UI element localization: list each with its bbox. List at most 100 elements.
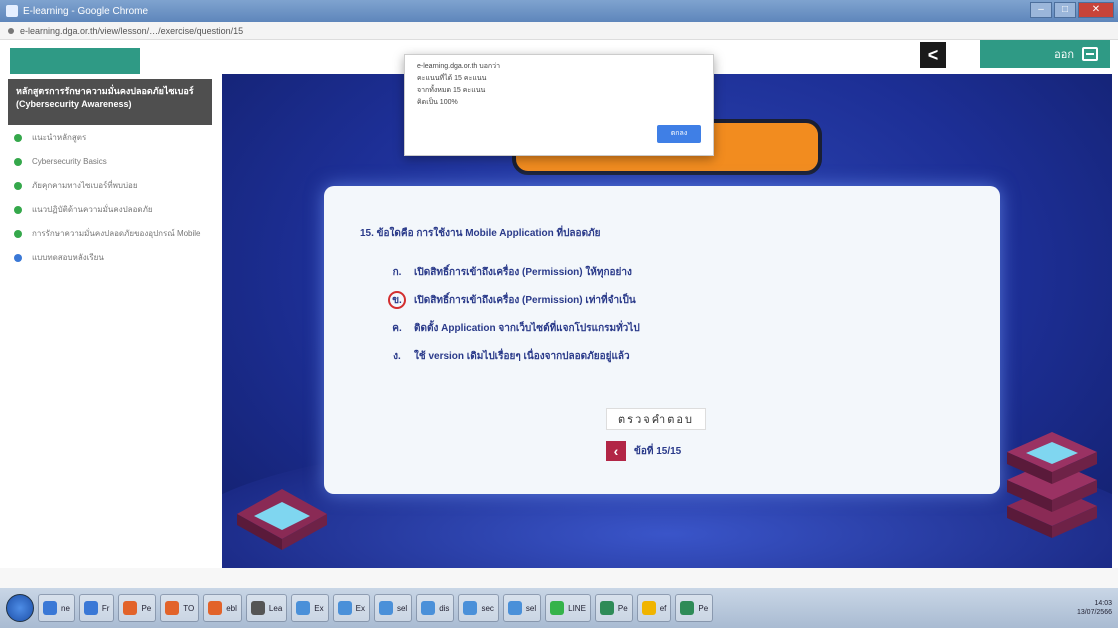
choice-marker[interactable]: ค.	[388, 319, 406, 337]
taskbar-button-label: Pe	[141, 603, 152, 613]
taskbar-button-label: Ex	[355, 603, 365, 613]
status-dot-icon	[14, 134, 22, 142]
back-button[interactable]: <	[920, 42, 946, 68]
sidebar-lesson-item[interactable]: Cybersecurity Basics	[14, 156, 214, 167]
taskbar-button[interactable]: sel	[502, 594, 542, 622]
choice-text: เปิดสิทธิ์การเข้าถึงเครื่อง (Permission)…	[414, 266, 632, 278]
sidebar-lesson-item[interactable]: แนวปฏิบัติด้านความมั่นคงปลอดภัย	[14, 204, 214, 215]
status-dot-icon	[14, 206, 22, 214]
taskbar-button-label: TO	[183, 603, 195, 613]
score-alert-dialog: e-learning.dga.or.th บอกว่า คะแนนที่ได้ …	[404, 54, 714, 156]
app-icon	[43, 601, 57, 615]
taskbar-button-label: sel	[525, 603, 537, 613]
taskbar-button[interactable]: dis	[416, 594, 455, 622]
answer-choice[interactable]: ก. เปิดสิทธิ์การเข้าถึงเครื่อง (Permissio…	[388, 264, 640, 280]
clock-date[interactable]: 13/07/2566	[1077, 609, 1112, 616]
site-logo[interactable]	[10, 48, 140, 74]
app-icon	[507, 601, 522, 615]
answer-choice[interactable]: ข. เปิดสิทธิ์การเข้าถึงเครื่อง (Permissio…	[388, 291, 640, 309]
taskbar-button[interactable]: TO	[160, 594, 200, 622]
app-icon	[550, 601, 565, 615]
app-icon	[337, 601, 352, 615]
app-icon	[599, 601, 614, 615]
taskbar-button[interactable]: LINE	[545, 594, 591, 622]
windows-taskbar: ne Fr Pe TO ebl Lea Ex Ex sel dis sec sel LINE Pe ef Pe…	[0, 588, 1118, 628]
taskbar-items: ne Fr Pe TO ebl Lea Ex Ex sel dis sec sel LINE Pe ef Pe	[38, 594, 714, 622]
dialog-ok-button[interactable]: ตกลง	[657, 125, 701, 143]
status-dot-icon	[14, 158, 22, 166]
choice-text: ใช้ version เดิมไปเรื่อยๆ เนื่องจากปลอดภ…	[414, 350, 630, 362]
status-dot-icon	[14, 182, 22, 190]
taskbar-button-label: ef	[659, 603, 667, 613]
question-counter: ข้อที่ 15/15	[634, 445, 682, 457]
app-icon	[250, 601, 265, 615]
system-tray: 14:03 13/07/2566	[1077, 600, 1112, 616]
choice-marker[interactable]: ง.	[388, 347, 406, 365]
start-button[interactable]	[6, 594, 34, 622]
choice-marker[interactable]: ก.	[388, 263, 406, 281]
taskbar-button-label: Pe	[698, 603, 709, 613]
address-bar[interactable]: e-learning.dga.or.th/view/lesson/…/exerc…	[0, 22, 1118, 40]
answer-choice[interactable]: ค. ติดตั้ง Application จากเว็บไซต์ที่แจกโ…	[388, 319, 639, 337]
taskbar-button[interactable]: ef	[636, 594, 672, 622]
taskbar-button-label: Fr	[101, 603, 110, 613]
app-icon	[463, 601, 478, 615]
question-nav: ‹ ข้อที่ 15/15	[606, 441, 681, 461]
previous-question-button[interactable]: ‹	[606, 441, 626, 461]
dialog-total: จากทั้งหมด 15 คะแนน	[417, 87, 486, 94]
app-icon	[83, 601, 98, 615]
taskbar-button-label: Lea	[268, 603, 283, 613]
dialog-site: e-learning.dga.or.th บอกว่า	[417, 63, 501, 70]
secure-icon	[8, 27, 14, 34]
clock-time[interactable]: 14:03	[1094, 600, 1112, 607]
taskbar-button-label: ne	[61, 603, 70, 613]
sidebar-lesson-item[interactable]: การรักษาความมั่นคงปลอดภัยของอุปกรณ์ Mobi…	[14, 228, 214, 239]
sidebar-lesson-item[interactable]: แบบทดสอบหลังเรียน	[14, 252, 214, 263]
taskbar-button[interactable]: ebl	[203, 594, 242, 622]
app-icon	[378, 601, 393, 615]
check-answer-button[interactable]: ตรวจคำตอบ	[606, 408, 706, 430]
app-icon	[165, 601, 180, 615]
taskbar-button[interactable]: Pe	[675, 594, 714, 622]
lesson-label: Cybersecurity Basics	[32, 157, 107, 166]
app-icon	[641, 601, 656, 615]
sidebar-lesson-item[interactable]: แนะนำหลักสูตร	[14, 132, 214, 143]
lesson-list: แนะนำหลักสูตร Cybersecurity Basics ภัยคุกค…	[14, 132, 214, 276]
sidebar-lesson-item[interactable]: ภัยคุกคามทางไซเบอร์ที่พบบ่อย	[14, 180, 214, 191]
close-button[interactable]: ✕	[1078, 2, 1114, 18]
taskbar-button[interactable]: sel	[373, 594, 413, 622]
taskbar-button-label: Pe	[617, 603, 628, 613]
taskbar-button[interactable]: Pe	[594, 594, 633, 622]
taskbar-button[interactable]: Lea	[245, 594, 288, 622]
exit-label: ออก	[1054, 49, 1074, 61]
cube-stack-decoration-right	[1007, 432, 1097, 538]
maximize-button[interactable]: □	[1054, 2, 1076, 18]
taskbar-button[interactable]: Ex	[332, 594, 370, 622]
taskbar-button[interactable]: ne	[38, 594, 75, 622]
exit-icon	[1082, 47, 1098, 61]
taskbar-button-label: sec	[481, 603, 494, 613]
taskbar-button-label: ebl	[226, 603, 237, 613]
selected-choice-marker[interactable]: ข.	[388, 291, 406, 309]
app-icon	[680, 601, 695, 615]
screen: E-learning - Google Chrome – □ ✕ e-learn…	[0, 0, 1118, 628]
status-dot-icon	[14, 254, 22, 262]
taskbar-button[interactable]: Pe	[118, 594, 157, 622]
dialog-score: คะแนนที่ได้ 15 คะแนน	[417, 75, 487, 82]
answer-choice[interactable]: ง. ใช้ version เดิมไปเรื่อยๆ เนื่องจากปลอ…	[388, 348, 640, 364]
course-title: หลักสูตรการรักษาความมั่นคงปลอดภัยไซเบอร์…	[8, 79, 212, 125]
question-card: 15. ข้อใดคือ การใช้งาน Mobile Applicatio…	[324, 186, 1000, 494]
course-sidebar: หลักสูตรการรักษาความมั่นคงปลอดภัยไซเบอร์…	[0, 40, 222, 568]
window-title: E-learning - Google Chrome	[23, 5, 149, 17]
exit-button[interactable]: ออก	[980, 40, 1110, 68]
browser-titlebar: E-learning - Google Chrome – □ ✕	[0, 0, 1118, 22]
taskbar-button[interactable]: Fr	[78, 594, 115, 622]
lesson-label: การรักษาความมั่นคงปลอดภัยของอุปกรณ์ Mobi…	[32, 229, 201, 238]
window-controls: – □ ✕	[1030, 2, 1114, 18]
minimize-button[interactable]: –	[1030, 2, 1052, 18]
cube-decoration-left	[237, 489, 327, 550]
app-icon	[421, 601, 436, 615]
lesson-label: แบบทดสอบหลังเรียน	[32, 253, 104, 262]
taskbar-button[interactable]: Ex	[291, 594, 329, 622]
taskbar-button[interactable]: sec	[458, 594, 499, 622]
